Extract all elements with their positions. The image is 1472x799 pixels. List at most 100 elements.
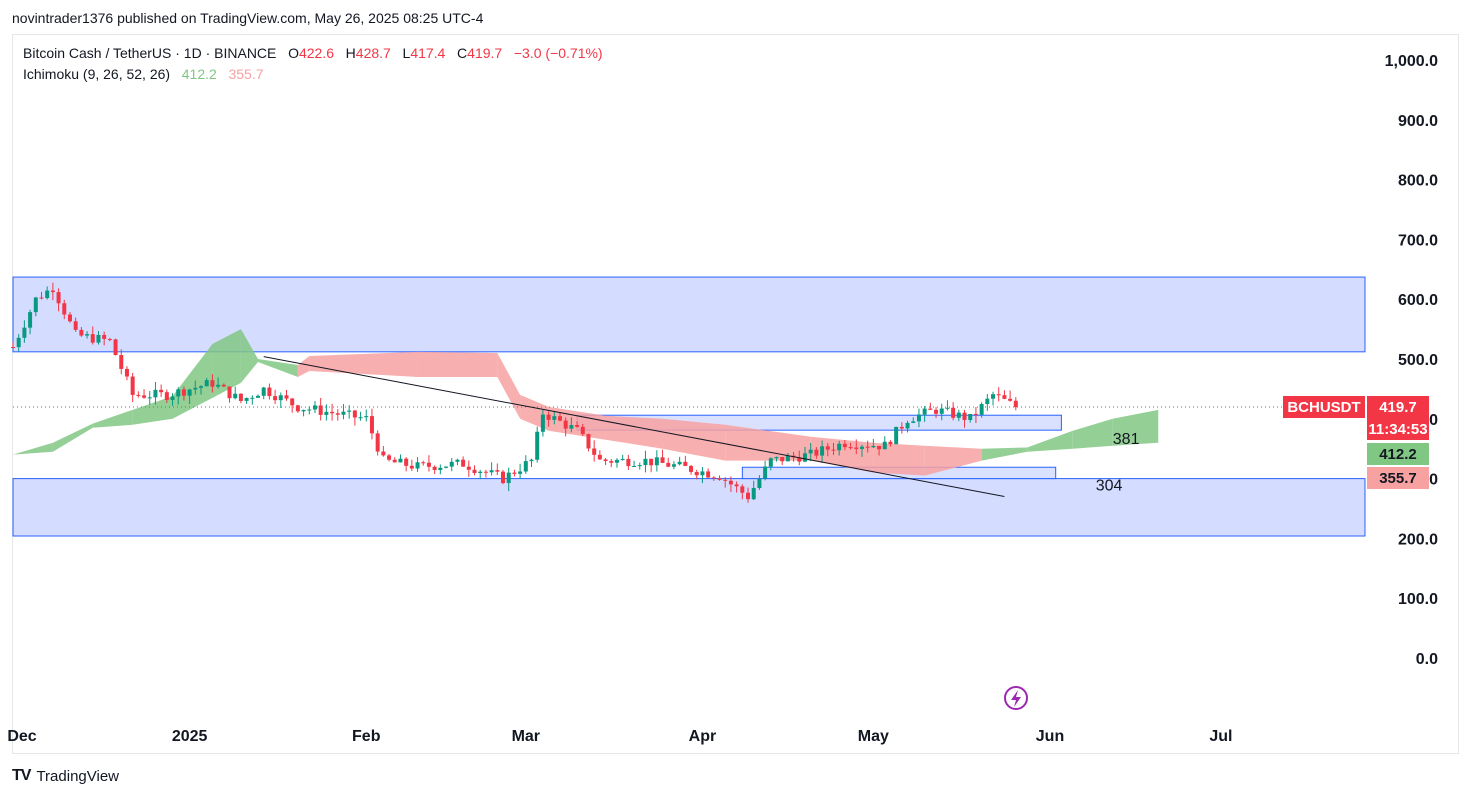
candle-body [56, 292, 61, 304]
candle-body [415, 462, 420, 469]
candle-body [221, 384, 226, 387]
candle-body [575, 425, 580, 427]
candle-body [774, 457, 779, 459]
candle-body [426, 462, 431, 467]
footer: TV TradingView [12, 767, 119, 785]
tradingview-logo-icon[interactable]: TV [12, 767, 31, 785]
candle-body [831, 449, 836, 451]
candle-body [968, 413, 973, 420]
candle-body [580, 426, 585, 435]
candle-body [478, 471, 483, 473]
candle-body [45, 290, 50, 299]
candle-body [859, 446, 864, 449]
candle-body [193, 387, 198, 390]
price-axis[interactable]: 1,000.0900.0800.0700.0600.0500.0400.0300… [1385, 53, 1438, 668]
cloud-segment [981, 447, 1028, 461]
cloud-segment [297, 356, 310, 377]
time-axis[interactable]: Dec 2025 Feb Mar Apr May Jun Jul [7, 728, 1232, 745]
candle-body [569, 425, 574, 429]
candle-body [233, 393, 238, 399]
x-tick-label: Jul [1209, 728, 1232, 745]
candle-body [238, 393, 243, 401]
candle-body [848, 447, 853, 449]
candle-body [922, 408, 927, 415]
candle-body [1013, 400, 1018, 408]
zone-1[interactable] [12, 478, 1366, 537]
indicator-name[interactable]: Ichimoku (9, 26, 52, 26) [23, 66, 170, 82]
cloud-segment [1072, 418, 1113, 449]
candle-body [899, 426, 904, 429]
candle-body [814, 449, 819, 456]
candle-body [529, 459, 534, 462]
price-chart[interactable]: 381 304 1,000.0 900.0 800.0 700.0 600.0 500.0 4… [0, 0, 1472, 799]
close-label: C [457, 45, 468, 61]
change-value: −3.0 (−0.71%) [513, 45, 603, 61]
candle-body [820, 446, 825, 456]
cloud-segment [417, 351, 498, 377]
cloud-segment [1027, 430, 1073, 452]
candle-body [495, 470, 500, 472]
open-label: O [288, 45, 299, 61]
candle-body [945, 407, 950, 409]
symbol-name[interactable]: Bitcoin Cash / TetherUS · 1D · BINANCE [23, 45, 276, 61]
candle-body [273, 396, 278, 401]
candle-body [506, 472, 511, 484]
candle-body [375, 433, 380, 452]
candle-body [28, 312, 33, 328]
candle-body [449, 461, 454, 467]
candle-body [643, 458, 648, 466]
candle-body [489, 470, 494, 473]
candle-body [73, 321, 78, 330]
candle-body [461, 459, 466, 467]
candle-body [934, 409, 939, 414]
y-tick-label: 800.0 [1398, 173, 1438, 190]
candle-body [563, 420, 568, 429]
close-value: 419.7 [467, 45, 503, 61]
candle-body [39, 297, 44, 299]
y-tick-label: 700.0 [1398, 232, 1438, 249]
candle-body [250, 397, 255, 399]
candle-body [381, 451, 386, 456]
candle-body [295, 405, 300, 412]
candle-body [90, 334, 95, 343]
candle-body [387, 455, 392, 460]
candle-body [728, 480, 733, 485]
candle-body [751, 487, 756, 500]
candle-body [677, 461, 682, 465]
candle-body [455, 459, 460, 462]
candle-body [261, 387, 266, 396]
candle-body [854, 447, 859, 449]
candle-body [877, 445, 882, 450]
candle-body [723, 479, 728, 481]
indicator-legend: Ichimoku (9, 26, 52, 26) 412.2 355.7 [23, 66, 264, 82]
candle-body [637, 465, 642, 467]
candle-body [592, 448, 597, 455]
zone-0[interactable] [12, 276, 1366, 353]
indicator-value-2: 355.7 [228, 66, 264, 82]
candle-body [369, 416, 374, 434]
candle-body [557, 416, 562, 421]
candle-body [666, 462, 671, 467]
candle-body [603, 459, 608, 462]
x-tick-label: May [858, 728, 889, 745]
lightning-icon[interactable] [1004, 686, 1028, 710]
x-tick-label: Feb [352, 728, 381, 745]
candle-body [882, 441, 887, 450]
candle-body [717, 478, 722, 480]
low-value: 417.4 [410, 45, 446, 61]
candle-body [632, 466, 637, 468]
price-labels: BCHUSDT 419.7 11:34:53 412.2 355.7 [1283, 396, 1429, 489]
candle-body [865, 446, 870, 448]
cloud-segment [605, 415, 663, 449]
candle-body [301, 409, 306, 412]
candle-body [535, 431, 540, 460]
candle-body [694, 471, 699, 476]
x-tick-label: 2025 [172, 728, 208, 745]
candle-body [409, 465, 414, 469]
candle-body [706, 471, 711, 478]
x-tick-label: Mar [512, 728, 540, 745]
candle-body [107, 338, 112, 340]
candle-body [546, 414, 551, 420]
candle-body [763, 466, 768, 479]
candle-body [79, 329, 84, 336]
